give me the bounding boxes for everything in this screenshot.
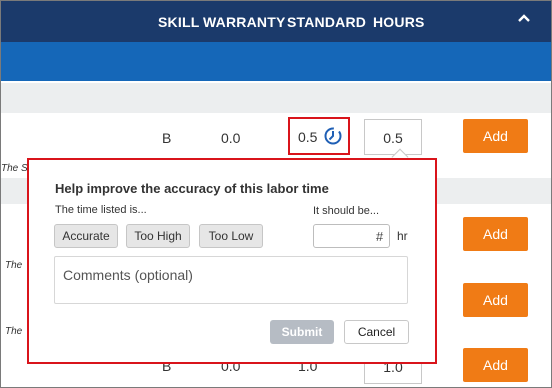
too-low-button[interactable]: Too Low [199, 224, 263, 248]
section-bar [1, 42, 551, 81]
app-frame: SKILL WARRANTY STANDARD HOURS B 0.0 0.5 … [0, 0, 552, 388]
accurate-button[interactable]: Accurate [54, 224, 118, 248]
should-be-label: It should be... [313, 205, 380, 217]
labor-time-feedback-popover: Help improve the accuracy of this labor … [27, 158, 437, 364]
column-header-skill: SKILL [158, 14, 200, 30]
submit-button[interactable]: Submit [270, 320, 334, 344]
hours-field[interactable]: 0.5 [364, 119, 422, 155]
hours-input-placeholder: # [375, 229, 383, 244]
column-header-standard: STANDARD [287, 14, 367, 30]
row-description: The [5, 326, 23, 337]
row-description: The [5, 260, 23, 271]
suggested-hours-input[interactable]: # [313, 224, 390, 248]
time-listed-label: The time listed is... [55, 204, 147, 216]
too-high-button[interactable]: Too High [126, 224, 190, 248]
comments-textarea[interactable]: Comments (optional) [54, 256, 408, 304]
add-button[interactable]: Add [463, 119, 528, 153]
add-button[interactable]: Add [463, 348, 528, 382]
row-divider [1, 83, 551, 113]
row-standard: 0.5 [298, 129, 318, 145]
add-button[interactable]: Add [463, 217, 528, 251]
column-header-hours: HOURS [373, 14, 425, 30]
add-button[interactable]: Add [463, 283, 528, 317]
chevron-up-icon[interactable] [517, 12, 531, 26]
labor-time-feedback-icon[interactable] [323, 126, 343, 146]
row-description: The S [1, 163, 28, 174]
table-header: SKILL WARRANTY STANDARD HOURS [1, 1, 551, 42]
column-header-warranty: WARRANTY [203, 14, 286, 30]
cancel-button[interactable]: Cancel [344, 320, 409, 344]
hours-unit-label: hr [397, 229, 408, 243]
row-skill: B [162, 130, 172, 146]
row-warranty: 0.0 [221, 130, 241, 146]
popover-title: Help improve the accuracy of this labor … [55, 181, 329, 196]
